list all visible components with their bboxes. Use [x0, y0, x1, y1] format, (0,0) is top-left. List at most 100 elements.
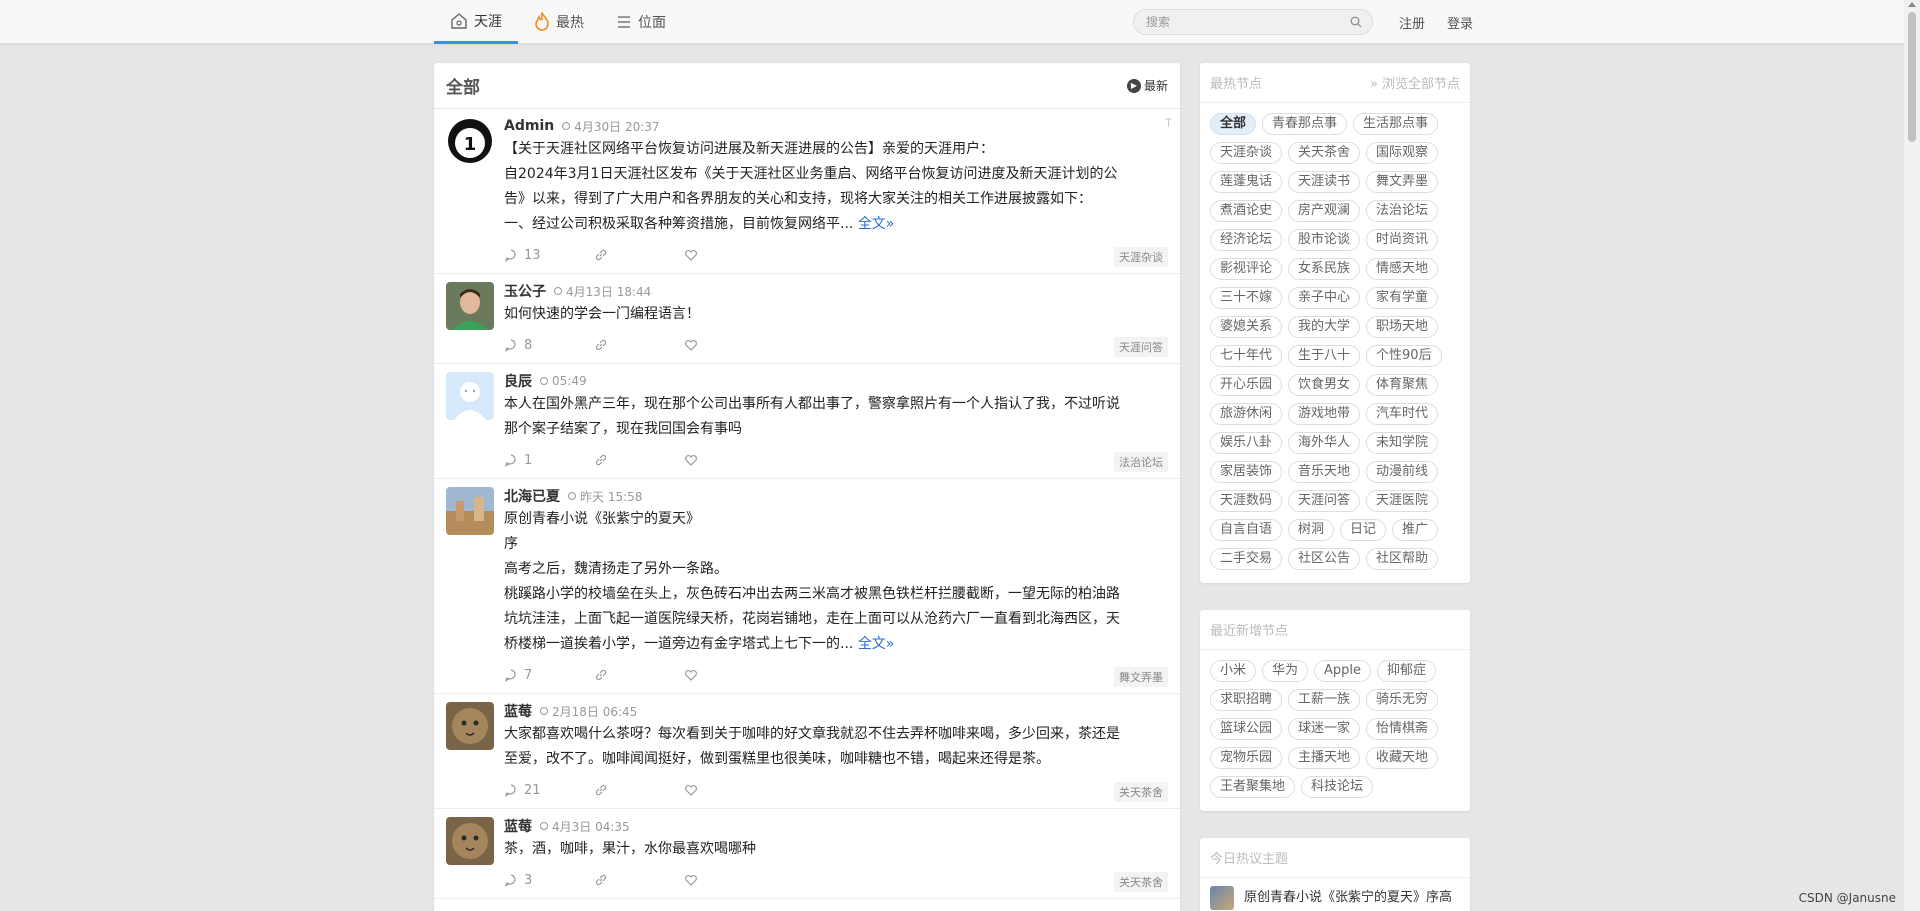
node-chip[interactable]: 华为: [1262, 660, 1309, 682]
node-chip[interactable]: 情感天地: [1366, 258, 1439, 280]
node-chip[interactable]: 饮食男女: [1288, 374, 1361, 396]
topic-body[interactable]: 原创青春小说《张紫宁的夏天》 序 高考之后，魏清扬走了另外一条路。 桃蹊路小学的…: [504, 507, 1168, 657]
avatar[interactable]: [446, 282, 494, 330]
node-chip[interactable]: 树洞: [1288, 519, 1335, 541]
node-chip[interactable]: 亲子中心: [1288, 287, 1361, 309]
search-icon[interactable]: [1350, 16, 1362, 28]
login-link[interactable]: 登录: [1447, 13, 1473, 32]
node-tag[interactable]: 关天茶舍: [1114, 782, 1168, 802]
read-more-link[interactable]: 全文»: [858, 636, 895, 652]
node-chip[interactable]: 七十年代: [1210, 345, 1283, 367]
topic-item[interactable]: 北海已夏 昨天 15:58 原创青春小说《张紫宁的夏天》 序 高考之后，魏清扬走…: [434, 479, 1180, 694]
node-chip[interactable]: 天涯医院: [1366, 490, 1439, 512]
page-scrollbar[interactable]: [1904, 0, 1920, 911]
comment-button[interactable]: 3: [504, 873, 594, 888]
node-chip[interactable]: 体育聚焦: [1366, 374, 1439, 396]
topic-body[interactable]: 如何快速的学会一门编程语言！: [504, 302, 1168, 327]
node-chip[interactable]: 家居装饰: [1210, 461, 1283, 483]
avatar[interactable]: [446, 487, 494, 535]
comment-button[interactable]: 21: [504, 783, 594, 798]
node-chip[interactable]: 工薪一族: [1288, 689, 1361, 711]
node-chip[interactable]: 怡情棋斋: [1366, 718, 1439, 740]
like-button[interactable]: [684, 668, 774, 682]
topic-body[interactable]: 【关于天涯社区网络平台恢复访问进展及新天涯进展的公告】亲爱的天涯用户： 自202…: [504, 137, 1168, 237]
topic-body[interactable]: 茶，酒，咖啡，果汁，水你最喜欢喝哪种: [504, 837, 1168, 862]
node-chip[interactable]: 王者聚集地: [1210, 776, 1296, 798]
node-chip[interactable]: 游戏地带: [1288, 403, 1361, 425]
search-input[interactable]: [1146, 15, 1350, 29]
node-chip[interactable]: 社区帮助: [1366, 548, 1439, 570]
avatar[interactable]: [446, 817, 494, 865]
share-link-button[interactable]: [594, 783, 684, 797]
node-chip[interactable]: 社区公告: [1288, 548, 1361, 570]
like-button[interactable]: [684, 453, 774, 467]
node-chip[interactable]: 天涯数码: [1210, 490, 1283, 512]
node-chip[interactable]: 球迷一家: [1288, 718, 1361, 740]
node-chip[interactable]: 日记: [1340, 519, 1387, 541]
node-chip[interactable]: 汽车时代: [1366, 403, 1439, 425]
share-link-button[interactable]: [594, 248, 684, 262]
node-chip[interactable]: 女系民族: [1288, 258, 1361, 280]
avatar[interactable]: [446, 372, 494, 420]
node-chip[interactable]: 未知学院: [1366, 432, 1439, 454]
nav-tab-hot[interactable]: 最热: [518, 0, 600, 44]
scroll-up-arrow-icon[interactable]: [1908, 2, 1916, 7]
node-chip[interactable]: 天涯杂谈: [1210, 142, 1283, 164]
node-chip[interactable]: 小米: [1210, 660, 1257, 682]
node-chip[interactable]: 骑乐无穷: [1366, 689, 1439, 711]
node-chip[interactable]: 全部: [1210, 113, 1257, 135]
like-button[interactable]: [684, 873, 774, 887]
node-chip[interactable]: 推广: [1392, 519, 1439, 541]
node-chip[interactable]: 求职招聘: [1210, 689, 1283, 711]
hot-topic-item[interactable]: 原创青春小说《张紫宁的夏天》序高: [1200, 878, 1470, 911]
topic-item[interactable]: 玉公子 4月13日 18:44 如何快速的学会一门编程语言！ 8 天涯问答: [434, 274, 1180, 364]
author-name[interactable]: 蓝莓: [504, 701, 532, 721]
comment-button[interactable]: 13: [504, 248, 594, 263]
node-chip[interactable]: 个性90后: [1366, 345, 1442, 367]
node-chip[interactable]: 娱乐八卦: [1210, 432, 1283, 454]
topic-item[interactable]: 蓝莓 4月3日 04:35 茶，酒，咖啡，果汁，水你最喜欢喝哪种 3 关天茶舍: [434, 809, 1180, 899]
node-chip[interactable]: 莲蓬鬼话: [1210, 171, 1283, 193]
share-link-button[interactable]: [594, 338, 684, 352]
comment-button[interactable]: 8: [504, 338, 594, 353]
share-link-button[interactable]: [594, 873, 684, 887]
read-more-link[interactable]: 全文»: [858, 216, 895, 232]
topic-item[interactable]: 1 ⍑ Admin 4月30日 20:37 【关于天涯社区网络平台恢复访问进展及…: [434, 109, 1180, 274]
node-tag[interactable]: 法治论坛: [1114, 452, 1168, 472]
node-tag[interactable]: 天涯杂谈: [1114, 247, 1168, 267]
node-chip[interactable]: 天涯问答: [1288, 490, 1361, 512]
topic-body[interactable]: 本人在国外黑产三年，现在那个公司出事所有人都出事了，警察拿照片有一个人指认了我，…: [504, 392, 1168, 442]
share-link-button[interactable]: [594, 453, 684, 467]
avatar[interactable]: 1: [446, 117, 494, 165]
node-chip[interactable]: 生活那点事: [1353, 113, 1439, 135]
node-chip[interactable]: 家有学童: [1366, 287, 1439, 309]
browse-all-nodes-link[interactable]: » 浏览全部节点: [1370, 73, 1460, 92]
node-chip[interactable]: 影视评论: [1210, 258, 1283, 280]
node-chip[interactable]: 舞文弄墨: [1366, 171, 1439, 193]
topic-body[interactable]: 大家都喜欢喝什么茶呀？每次看到关于咖啡的好文章我就忍不住去弄杯咖啡来喝，多少回来…: [504, 722, 1168, 772]
node-chip[interactable]: 二手交易: [1210, 548, 1283, 570]
node-tag[interactable]: 天涯问答: [1114, 337, 1168, 357]
scrollbar-thumb[interactable]: [1908, 12, 1916, 142]
comment-button[interactable]: 1: [504, 453, 594, 468]
like-button[interactable]: [684, 248, 774, 262]
author-name[interactable]: 北海已夏: [504, 486, 560, 506]
node-chip[interactable]: 抑郁症: [1377, 660, 1437, 682]
node-chip[interactable]: 经济论坛: [1210, 229, 1283, 251]
node-chip[interactable]: 旅游休闲: [1210, 403, 1283, 425]
comment-button[interactable]: 7: [504, 668, 594, 683]
node-chip[interactable]: 宠物乐园: [1210, 747, 1283, 769]
node-chip[interactable]: 房产观澜: [1288, 200, 1361, 222]
avatar[interactable]: [446, 702, 494, 750]
node-chip[interactable]: 法治论坛: [1366, 200, 1439, 222]
share-link-button[interactable]: [594, 668, 684, 682]
node-chip[interactable]: 主播天地: [1288, 747, 1361, 769]
node-chip[interactable]: 天涯读书: [1288, 171, 1361, 193]
node-chip[interactable]: 海外华人: [1288, 432, 1361, 454]
node-chip[interactable]: 职场天地: [1366, 316, 1439, 338]
node-tag[interactable]: 关天茶舍: [1114, 872, 1168, 892]
like-button[interactable]: [684, 338, 774, 352]
nav-tab-plane[interactable]: 位面: [600, 0, 682, 44]
node-chip[interactable]: 三十不嫁: [1210, 287, 1283, 309]
node-chip[interactable]: 关天茶舍: [1288, 142, 1361, 164]
